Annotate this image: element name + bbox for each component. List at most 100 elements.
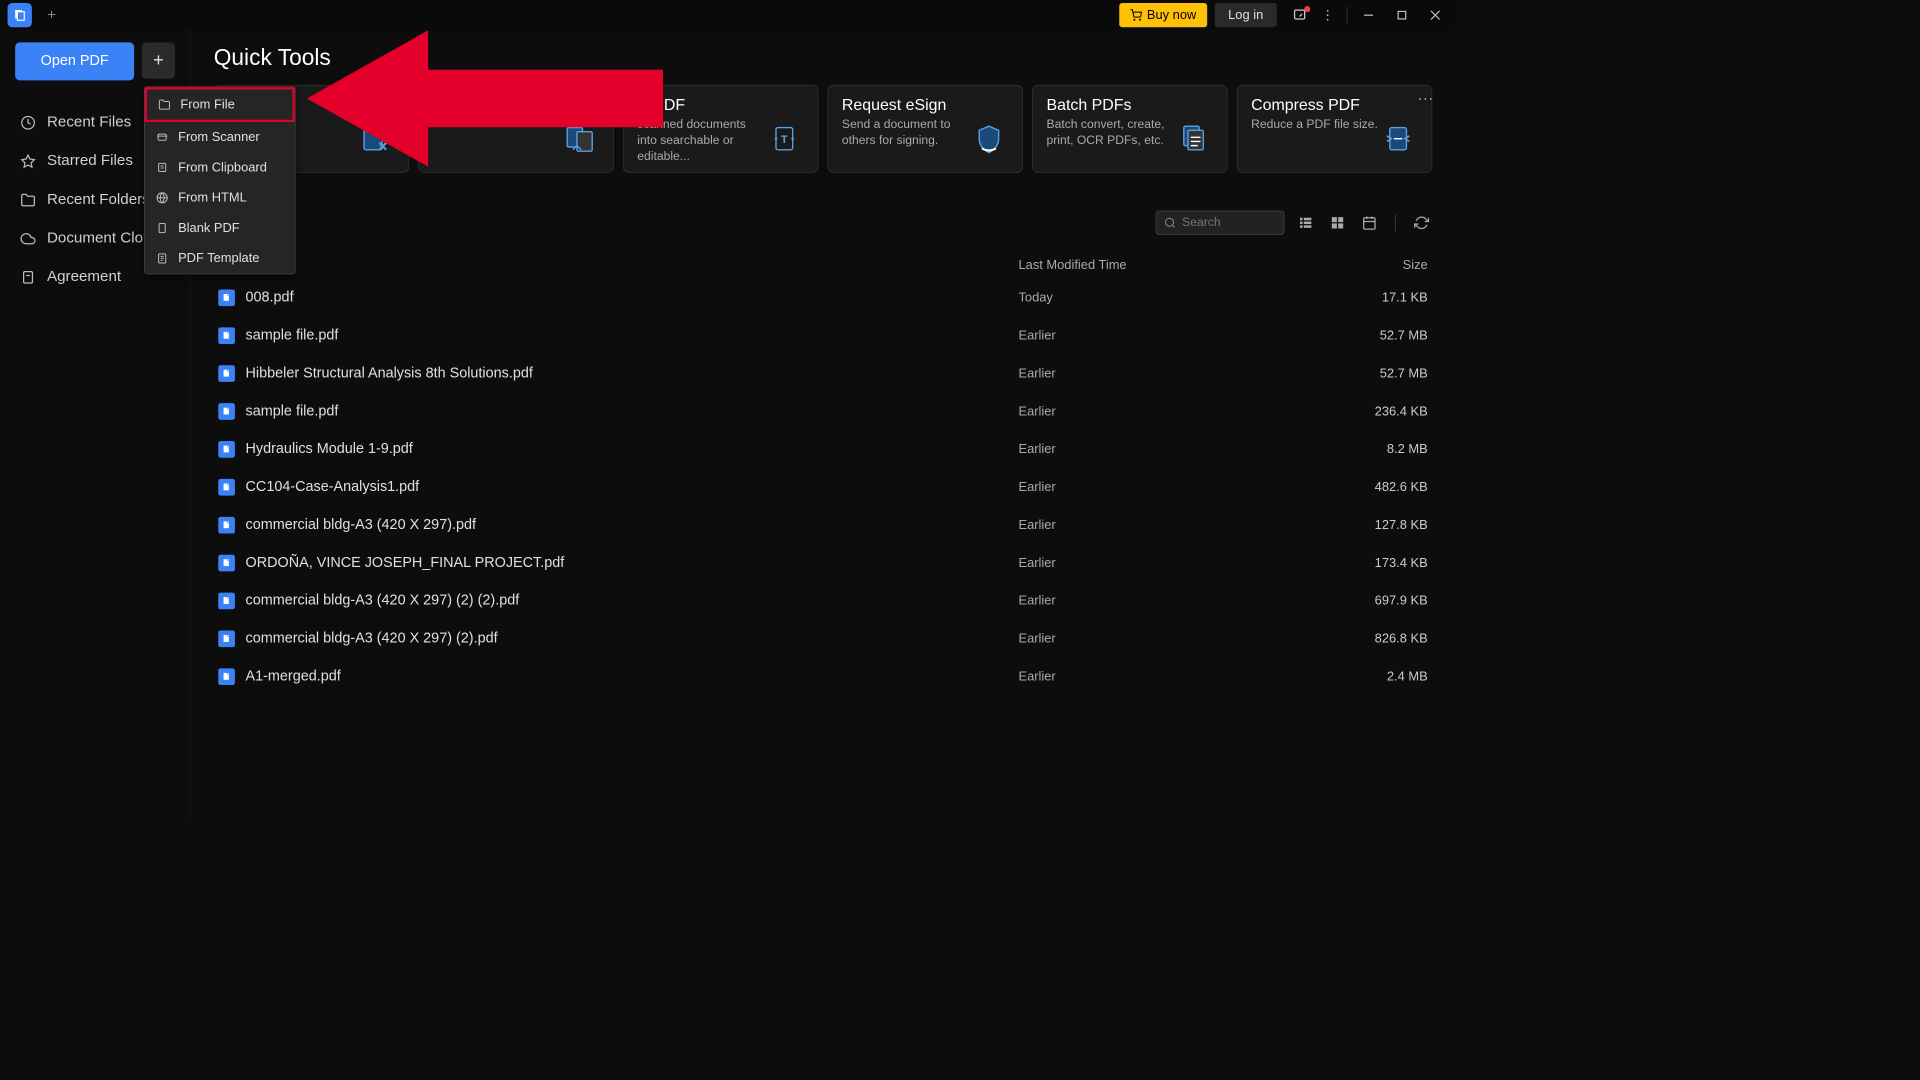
tool-icon bbox=[1381, 122, 1417, 158]
new-tab-button[interactable]: + bbox=[38, 3, 65, 27]
file-row[interactable]: sample file.pdfEarlier236.4 KB bbox=[214, 393, 1433, 431]
dropdown-item-icon bbox=[155, 161, 169, 175]
dropdown-item[interactable]: From Scanner bbox=[145, 122, 295, 152]
kebab-menu-icon[interactable]: ⋮ bbox=[1313, 3, 1342, 28]
tool-card[interactable]: Compress PDFReduce a PDF file size. bbox=[1237, 85, 1433, 173]
tool-icon bbox=[972, 122, 1008, 158]
file-name: commercial bldg-A3 (420 X 297) (2).pdf bbox=[246, 630, 1019, 647]
dropdown-item-icon bbox=[155, 130, 169, 144]
file-date: Earlier bbox=[1018, 328, 1321, 343]
file-row[interactable]: Hydraulics Module 1-9.pdfEarlier8.2 MB bbox=[214, 430, 1433, 468]
tool-card[interactable]: Batch PDFsBatch convert, create, print, … bbox=[1032, 85, 1228, 173]
svg-text:T: T bbox=[781, 134, 788, 146]
file-date: Earlier bbox=[1018, 555, 1321, 570]
tool-icon bbox=[1177, 122, 1213, 158]
pdf-file-icon bbox=[218, 365, 235, 382]
file-name: sample file.pdf bbox=[246, 403, 1019, 420]
pdf-file-icon bbox=[218, 403, 235, 420]
file-size: 826.8 KB bbox=[1322, 631, 1428, 646]
file-size: 482.6 KB bbox=[1322, 480, 1428, 495]
add-button[interactable]: + bbox=[142, 42, 175, 78]
file-row[interactable]: commercial bldg-A3 (420 X 297) (2).pdfEa… bbox=[214, 620, 1433, 658]
title-bar: + Buy now Log in ⋮ bbox=[0, 0, 1455, 30]
file-name: ORDOÑA, VINCE JOSEPH_FINAL PROJECT.pdf bbox=[246, 555, 1019, 572]
tool-desc: Send a document to others for signing. bbox=[842, 117, 972, 149]
dropdown-item-icon bbox=[155, 191, 169, 205]
pdf-file-icon bbox=[218, 668, 235, 685]
dropdown-item[interactable]: PDF Template bbox=[145, 243, 295, 273]
buy-label: Buy now bbox=[1147, 8, 1196, 23]
file-date: Earlier bbox=[1018, 631, 1321, 646]
file-name: Hydraulics Module 1-9.pdf bbox=[246, 441, 1019, 458]
open-pdf-button[interactable]: Open PDF bbox=[15, 42, 134, 80]
file-row[interactable]: A1-merged.pdfEarlier2.4 MB bbox=[214, 658, 1433, 696]
file-name: CC104-Case-Analysis1.pdf bbox=[246, 479, 1019, 496]
star-icon bbox=[20, 153, 37, 170]
annotation-arrow-icon bbox=[307, 30, 663, 197]
pdf-file-icon bbox=[218, 327, 235, 344]
close-button[interactable] bbox=[1419, 3, 1452, 27]
pdf-file-icon bbox=[218, 630, 235, 647]
file-size: 173.4 KB bbox=[1322, 555, 1428, 570]
file-name: Hibbeler Structural Analysis 8th Solutio… bbox=[246, 365, 1019, 382]
file-date: Today bbox=[1018, 290, 1321, 305]
notification-icon[interactable] bbox=[1286, 3, 1313, 27]
login-button[interactable]: Log in bbox=[1215, 3, 1277, 27]
app-logo-icon[interactable] bbox=[8, 3, 32, 27]
cart-icon bbox=[1130, 9, 1142, 21]
file-row[interactable]: commercial bldg-A3 (420 X 297) (2) (2).p… bbox=[214, 582, 1433, 620]
list-view-icon[interactable] bbox=[1295, 212, 1316, 233]
file-name: sample file.pdf bbox=[246, 327, 1019, 344]
file-date: Earlier bbox=[1018, 366, 1321, 381]
cloud-icon bbox=[20, 230, 37, 247]
file-row[interactable]: ORDOÑA, VINCE JOSEPH_FINAL PROJECT.pdfEa… bbox=[214, 544, 1433, 582]
pdf-file-icon bbox=[218, 593, 235, 610]
file-size: 2.4 MB bbox=[1322, 669, 1428, 684]
pdf-file-icon bbox=[218, 289, 235, 306]
dropdown-item-label: From Clipboard bbox=[178, 160, 267, 175]
buy-now-button[interactable]: Buy now bbox=[1120, 3, 1207, 27]
dropdown-item[interactable]: From File bbox=[145, 87, 295, 122]
more-icon[interactable]: ⋯ bbox=[1417, 89, 1434, 109]
tool-card[interactable]: Request eSign Send a document to others f… bbox=[828, 85, 1024, 173]
file-row[interactable]: sample file.pdfEarlier52.7 MB bbox=[214, 317, 1433, 355]
file-row[interactable]: 008.pdfToday17.1 KB bbox=[214, 279, 1433, 317]
dropdown-item[interactable]: From HTML bbox=[145, 183, 295, 213]
tool-icon: T bbox=[768, 122, 804, 158]
file-row[interactable]: commercial bldg-A3 (420 X 297).pdfEarlie… bbox=[214, 506, 1433, 544]
minimize-button[interactable] bbox=[1352, 3, 1385, 27]
grid-view-icon[interactable] bbox=[1327, 212, 1348, 233]
file-row[interactable]: Hibbeler Structural Analysis 8th Solutio… bbox=[214, 355, 1433, 393]
refresh-icon[interactable] bbox=[1411, 212, 1432, 233]
file-name: A1-merged.pdf bbox=[246, 668, 1019, 685]
file-date: Earlier bbox=[1018, 404, 1321, 419]
file-row[interactable]: CC104-Case-Analysis1.pdfEarlier482.6 KB bbox=[214, 468, 1433, 506]
maximize-button[interactable] bbox=[1385, 3, 1418, 27]
pdf-file-icon bbox=[218, 555, 235, 572]
search-input[interactable] bbox=[1156, 211, 1285, 235]
dropdown-item[interactable]: Blank PDF bbox=[145, 213, 295, 243]
file-name: commercial bldg-A3 (420 X 297).pdf bbox=[246, 517, 1019, 534]
dropdown-item-icon bbox=[155, 221, 169, 235]
tool-title: Request eSign bbox=[842, 96, 972, 114]
dropdown-item-label: From HTML bbox=[178, 190, 247, 205]
calendar-icon[interactable] bbox=[1359, 212, 1380, 233]
file-date: Earlier bbox=[1018, 480, 1321, 495]
file-size: 52.7 MB bbox=[1322, 328, 1428, 343]
tool-title: Batch PDFs bbox=[1047, 96, 1177, 114]
document-icon bbox=[20, 269, 37, 286]
dropdown-item-label: From File bbox=[180, 97, 234, 112]
table-header: Name Last Modified Time Size bbox=[214, 252, 1433, 279]
pdf-file-icon bbox=[218, 479, 235, 496]
dropdown-item-icon bbox=[158, 98, 172, 112]
file-size: 697.9 KB bbox=[1322, 593, 1428, 608]
dropdown-item-label: From Scanner bbox=[178, 130, 260, 145]
search-field[interactable] bbox=[1182, 216, 1276, 230]
col-date[interactable]: Last Modified Time bbox=[1018, 258, 1321, 273]
file-size: 17.1 KB bbox=[1322, 290, 1428, 305]
col-size[interactable]: Size bbox=[1322, 258, 1428, 273]
dropdown-item[interactable]: From Clipboard bbox=[145, 152, 295, 182]
file-date: Earlier bbox=[1018, 593, 1321, 608]
col-name[interactable]: Name bbox=[218, 258, 1018, 273]
file-date: Earlier bbox=[1018, 442, 1321, 457]
